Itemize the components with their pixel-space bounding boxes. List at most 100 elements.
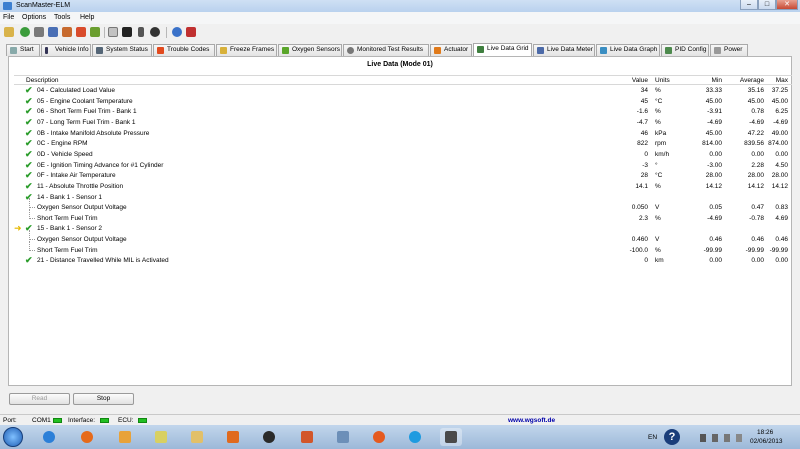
- print-icon[interactable]: [62, 27, 72, 37]
- save-icon[interactable]: [48, 27, 58, 37]
- skype-icon[interactable]: [404, 428, 426, 446]
- table-row[interactable]: ✔ 11 - Absolute Throttle Position 14.1% 14.…: [14, 181, 800, 193]
- table-row[interactable]: ✔ 04 - Calculated Load Value 34% 33.33 35.16…: [14, 86, 800, 97]
- help-icon[interactable]: ?: [664, 429, 680, 445]
- sensor-icon: [282, 47, 289, 54]
- tab-freeze-frames[interactable]: Freeze Frames: [216, 44, 277, 56]
- battery-icon[interactable]: [122, 27, 132, 37]
- tab-system-status[interactable]: System Status: [92, 44, 152, 56]
- table-row[interactable]: Oxygen Sensor Output Voltage 0.050 V 0.05 0.…: [14, 198, 800, 214]
- row-unit: rpm: [655, 140, 667, 148]
- menu-help[interactable]: Help: [80, 14, 94, 21]
- row-unit: %: [655, 118, 661, 126]
- gauge-icon[interactable]: [76, 27, 86, 37]
- row-min: -3.00: [707, 161, 722, 169]
- office-icon[interactable]: [296, 428, 318, 446]
- menu-file[interactable]: File: [3, 14, 14, 21]
- table-row[interactable]: ✔ 0B - Intake Manifold Absolute Pressure 4…: [14, 128, 800, 140]
- table-row[interactable]: ✔ 0F - Intake Air Temperature 28 °C 28.00 28.…: [14, 171, 800, 182]
- check-icon: ✔: [25, 106, 33, 117]
- port-value: COM1: [32, 417, 51, 424]
- info-icon[interactable]: [172, 27, 182, 37]
- table-row[interactable]: ✔ 0D - Vehicle Speed 0 km/h 0.00 0.00 0.00: [14, 149, 800, 161]
- taskbar: EN ? 18:26 02/06/2013: [0, 425, 800, 449]
- disconnect-icon[interactable]: [34, 27, 44, 37]
- settings-icon[interactable]: [90, 27, 100, 37]
- open-icon[interactable]: [4, 27, 14, 37]
- clock-time[interactable]: 18:26: [757, 429, 773, 436]
- media-icon[interactable]: [222, 428, 244, 446]
- row-unit: %: [655, 108, 661, 116]
- header-units[interactable]: Units: [655, 77, 670, 84]
- explorer-icon[interactable]: [150, 428, 172, 446]
- table-row[interactable]: Oxygen Sensor Output Voltage 0.460 V 0.46 0.…: [14, 230, 800, 246]
- calculator-icon[interactable]: [332, 428, 354, 446]
- check-icon: ✔: [25, 159, 33, 170]
- tray-volume-icon[interactable]: [736, 434, 742, 442]
- clock-date[interactable]: 02/06/2013: [750, 438, 783, 445]
- tab-label: Oxygen Sensors: [292, 46, 341, 53]
- row-min: 0.05: [709, 204, 722, 212]
- stop-button[interactable]: Stop: [73, 393, 134, 405]
- table-row[interactable]: ✔ 14 - Bank 1 - Sensor 1: [14, 192, 800, 204]
- tab-actuator[interactable]: Actuator: [430, 44, 472, 56]
- tab-vehicle-info[interactable]: Vehicle Info: [41, 44, 91, 56]
- toolbar: [0, 24, 800, 41]
- connect-icon[interactable]: [20, 27, 30, 37]
- table-row[interactable]: Short Term Fuel Trim -100.0% -99.99 -99.99-…: [14, 240, 800, 257]
- firefox-icon[interactable]: [76, 428, 98, 446]
- table-row[interactable]: Short Term Fuel Trim 2.3% -4.69 -0.78 4.69: [14, 208, 800, 225]
- header-min[interactable]: Min: [684, 77, 722, 84]
- tab-live-data-grid[interactable]: Live Data Grid: [473, 43, 532, 57]
- table-row[interactable]: ✔ 05 - Engine Coolant Temperature 45 °C 45.0…: [14, 95, 800, 108]
- read-button[interactable]: Read: [9, 393, 70, 405]
- tray-battery-icon[interactable]: [724, 434, 730, 442]
- outlook-icon[interactable]: [114, 428, 136, 446]
- table-row[interactable]: ➜ ✔ 15 - Bank 1 - Sensor 2: [14, 224, 800, 235]
- row-value: 14.1: [635, 182, 648, 190]
- menu-tools[interactable]: Tools: [54, 14, 70, 21]
- ie-icon[interactable]: [38, 428, 60, 446]
- hp-icon[interactable]: [258, 428, 280, 446]
- app-icon[interactable]: [368, 428, 390, 446]
- tab-monitored-test-results[interactable]: Monitored Test Results: [343, 44, 429, 56]
- tray-flag-icon[interactable]: [700, 434, 706, 442]
- tab-live-data-meter[interactable]: Live Data Meter: [533, 44, 595, 56]
- tab-live-data-graph[interactable]: Live Data Graph: [596, 44, 660, 56]
- tab-oxygen-sensors[interactable]: Oxygen Sensors: [278, 44, 342, 56]
- row-unit: °C: [655, 172, 663, 180]
- pdf-icon[interactable]: [186, 27, 196, 37]
- row-value: -1.6: [636, 108, 648, 116]
- check-icon: ✔: [25, 95, 33, 106]
- minimize-button[interactable]: –: [740, 0, 758, 10]
- table-row[interactable]: ✔ 07 - Long Term Fuel Trim - Bank 1 -4.7% -…: [14, 117, 800, 129]
- tab-pid-config[interactable]: PID Config: [661, 44, 709, 56]
- table-row[interactable]: ✔ 21 - Distance Travelled While MIL is Ac…: [14, 256, 800, 267]
- tab-power[interactable]: Power: [710, 44, 748, 56]
- start-button[interactable]: [3, 427, 23, 447]
- close-button[interactable]: ✕: [776, 0, 798, 10]
- row-description: Short Term Fuel Trim: [37, 246, 98, 254]
- row-min: -99.99: [703, 246, 722, 254]
- header-max[interactable]: Max: [758, 77, 788, 84]
- stop-icon[interactable]: [150, 27, 160, 37]
- table-row[interactable]: ✔ 0E - Ignition Timing Advance for #1 Cyl…: [14, 159, 800, 172]
- table-row[interactable]: ✔ 06 - Short Term Fuel Trim - Bank 1 -1.6%…: [14, 107, 800, 118]
- monitor-icon[interactable]: [108, 27, 118, 37]
- selected-row-arrow-icon: ➜: [14, 223, 22, 234]
- language-indicator[interactable]: EN: [648, 434, 657, 441]
- website-link[interactable]: www.wgsoft.de: [508, 417, 555, 424]
- header-value[interactable]: Value: [618, 77, 648, 84]
- header-description[interactable]: Description: [26, 77, 59, 84]
- record-icon[interactable]: [138, 27, 144, 37]
- tab-start[interactable]: Start: [6, 44, 40, 56]
- row-description: Oxygen Sensor Output Voltage: [37, 204, 127, 212]
- maximize-button[interactable]: □: [758, 0, 776, 10]
- folder-icon[interactable]: [186, 428, 208, 446]
- menu-options[interactable]: Options: [22, 14, 46, 21]
- row-unit: km/h: [655, 150, 670, 158]
- chip-icon[interactable]: [440, 428, 462, 446]
- table-row[interactable]: ✔ 0C - Engine RPM 822 rpm 814.00 839.56 874.00: [14, 139, 800, 150]
- tab-trouble-codes[interactable]: Trouble Codes: [153, 44, 215, 56]
- tray-network-icon[interactable]: [712, 434, 718, 442]
